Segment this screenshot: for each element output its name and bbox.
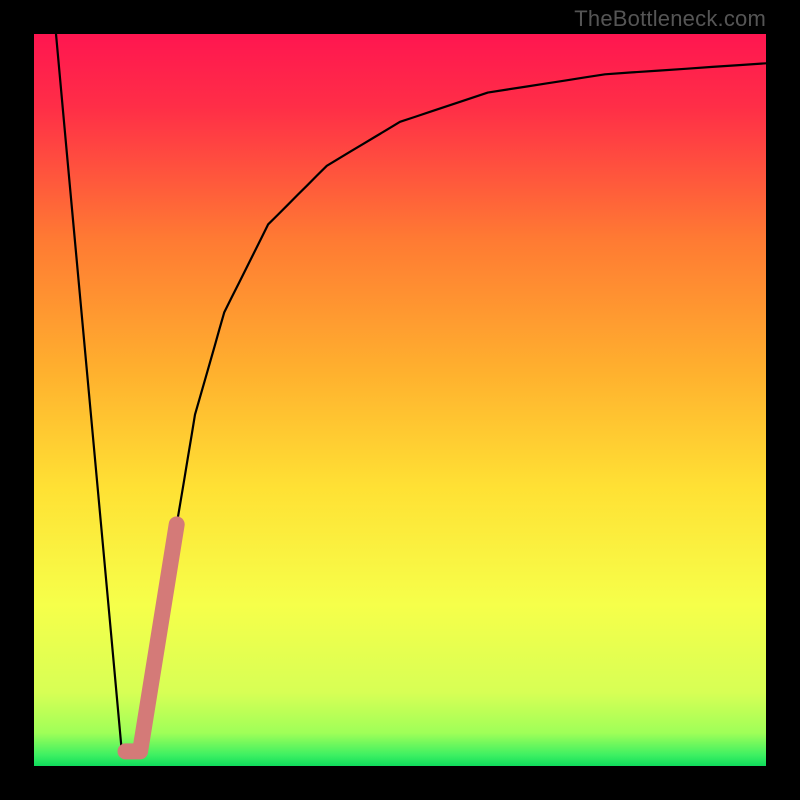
highlight-segment (126, 524, 177, 751)
frame-bottom (0, 766, 800, 800)
frame-right (766, 0, 800, 800)
curves-layer (34, 34, 766, 766)
frame-left (0, 0, 34, 800)
watermark-text: TheBottleneck.com (574, 6, 766, 32)
